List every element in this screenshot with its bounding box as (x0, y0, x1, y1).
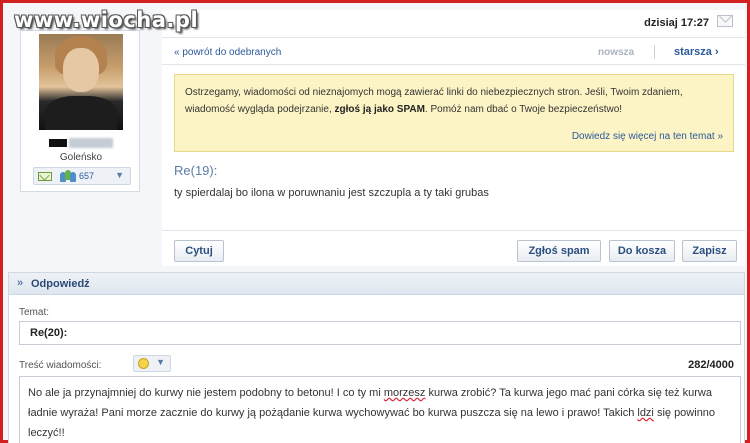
censored-username (49, 137, 115, 149)
move-to-trash-button[interactable]: Do kosza (609, 240, 675, 262)
message-textarea[interactable]: No ale ja przynajmniej do kurwy nie jest… (19, 376, 741, 443)
learn-more-link[interactable]: Dowiedz się więcej na ten temat » (572, 128, 723, 145)
character-counter: 282/4000 (688, 359, 734, 371)
message-subject: Re(19): (174, 163, 218, 178)
report-spam-button[interactable]: Zgłoś spam (517, 240, 601, 262)
quote-button[interactable]: Cytuj (174, 240, 224, 262)
friends-icon[interactable] (60, 170, 76, 183)
profile-actions-bar: 657 ▼ (33, 167, 131, 185)
site-watermark: www.wiocha.pl (14, 8, 199, 32)
collapse-icon[interactable]: » (17, 277, 23, 289)
body-label: Treść wiadomości: (19, 360, 102, 371)
send-message-icon[interactable] (38, 172, 52, 181)
message-date: dzisiaj 17:27 (644, 17, 709, 29)
spam-warning-box: Ostrzegamy, wiadomości od nieznajomych m… (174, 74, 734, 152)
reply-header[interactable]: » Odpowiedź (9, 273, 744, 295)
message-panel: dzisiaj 17:27 « powrót do odebranych now… (162, 10, 745, 266)
message-body: ty spierdalaj bo ilona w poruwnaniu jest… (174, 187, 489, 199)
subject-input[interactable]: Re(20): (19, 321, 741, 345)
smiley-icon (138, 358, 149, 369)
sender-location: Goleńsko (59, 152, 103, 163)
chevron-down-icon[interactable]: ▼ (115, 170, 124, 180)
message-navigation: « powrót do odebranych nowsza starsza › (162, 39, 745, 65)
nav-divider (654, 45, 655, 59)
envelope-icon (717, 15, 733, 27)
chevron-down-icon: ▼ (156, 357, 165, 367)
emoticon-picker-button[interactable]: ▼ (133, 355, 171, 372)
newer-message-link: nowsza (598, 47, 635, 58)
message-header: dzisiaj 17:27 (162, 10, 745, 38)
older-message-link[interactable]: starsza › (674, 46, 719, 58)
message-actions: Cytuj Zgłoś spam Do kosza Zapisz (162, 230, 745, 266)
back-to-inbox-link[interactable]: « powrót do odebranych (174, 47, 281, 58)
save-button[interactable]: Zapisz (682, 240, 737, 262)
subject-label: Temat: (19, 307, 50, 318)
warning-text: Ostrzegamy, wiadomości od nieznajomych m… (185, 87, 683, 115)
reply-form: » Odpowiedź Temat: Re(20): Treść wiadomo… (8, 272, 745, 443)
sender-profile-card: Goleńsko 657 ▼ (20, 30, 140, 192)
reply-title: Odpowiedź (31, 278, 90, 290)
friends-count[interactable]: 657 (79, 171, 94, 181)
report-spam-link[interactable]: zgłoś ją jako SPAM (335, 104, 425, 115)
avatar[interactable] (39, 34, 123, 130)
